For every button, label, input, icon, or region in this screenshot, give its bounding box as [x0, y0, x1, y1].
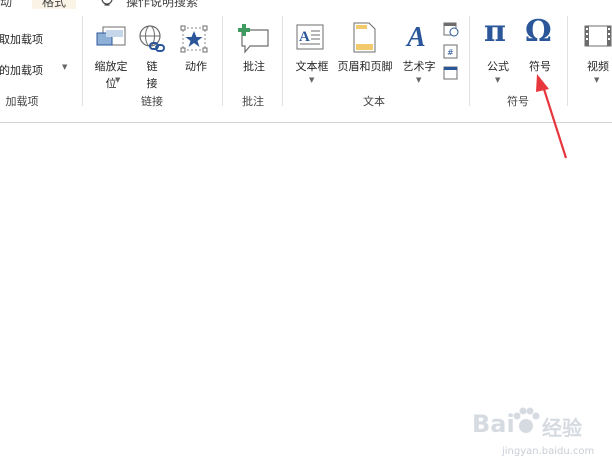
video-dropdown-icon[interactable]: ▼ — [594, 76, 599, 84]
paw-icon — [512, 406, 540, 439]
group-label-text: 文本 — [363, 95, 385, 108]
watermark: Bai 经验 jingyan.baidu.com — [472, 404, 610, 466]
tab-animations[interactable]: 动 — [0, 0, 12, 10]
action-button[interactable]: 动作 — [181, 58, 211, 74]
wordart-icon: A — [405, 22, 431, 55]
watermark-brand: Bai — [472, 410, 515, 438]
group-label-links: 链接 — [141, 95, 163, 108]
watermark-url: jingyan.baidu.com — [502, 446, 595, 457]
textbox-button[interactable]: 文本框 — [292, 58, 332, 74]
equation-button[interactable]: 公式 — [484, 58, 512, 74]
watermark-brand2: 经验 — [542, 416, 582, 440]
zoom-button[interactable]: 缩放定 位 — [93, 58, 129, 91]
video-icon — [584, 24, 612, 53]
lightbulb-icon[interactable] — [100, 0, 114, 10]
slide-number-icon[interactable]: # — [443, 44, 459, 63]
annotation-arrow — [536, 74, 568, 159]
group-label-comments: 批注 — [242, 95, 264, 108]
action-icon — [180, 25, 208, 56]
group-label-addins: 加载项 — [5, 95, 39, 108]
comment-icon — [236, 24, 270, 57]
header-footer-icon — [353, 22, 377, 57]
svg-text:A: A — [299, 29, 310, 45]
equation-dropdown-icon[interactable]: ▼ — [495, 76, 500, 84]
symbol-icon: Ω — [525, 14, 552, 49]
wordart-button[interactable]: 艺术字 — [399, 58, 439, 74]
equation-icon: π — [484, 14, 506, 49]
group-separator — [282, 16, 283, 106]
svg-text:#: # — [447, 48, 454, 57]
comment-button[interactable]: 批注 — [240, 58, 268, 74]
svg-text:A: A — [405, 22, 426, 52]
ribbon-tab-strip: 动 格式 操作说明搜索 — [0, 0, 612, 10]
get-addins-label: 获取加载项 — [0, 33, 43, 46]
zoom-dropdown-icon[interactable]: ▼ — [115, 76, 120, 84]
object-icon[interactable] — [443, 66, 459, 85]
group-separator — [82, 16, 83, 106]
header-footer-button[interactable]: 页眉和页脚 — [333, 58, 397, 74]
link-label-line2: 接 — [146, 77, 158, 90]
tell-me-search[interactable]: 操作说明搜索 — [126, 0, 198, 10]
date-time-icon[interactable] — [443, 21, 459, 40]
group-separator — [222, 16, 223, 106]
zoom-label-line2: 位 — [105, 77, 117, 90]
link-icon — [137, 24, 167, 57]
link-label-line1: 链 — [146, 60, 158, 73]
video-button[interactable]: 视频 — [584, 58, 612, 74]
link-button[interactable]: 链 接 — [140, 58, 164, 91]
wordart-dropdown-icon[interactable]: ▼ — [416, 76, 421, 84]
zoom-label-line1: 缩放定 — [94, 60, 128, 73]
my-addins-button[interactable]: 我的加载项 ▼ — [0, 62, 67, 78]
group-separator — [469, 16, 470, 106]
tab-format[interactable]: 格式 — [32, 0, 77, 9]
textbox-icon: A — [296, 24, 326, 55]
textbox-dropdown-icon[interactable]: ▼ — [309, 76, 314, 84]
my-addins-dropdown-icon[interactable]: ▼ — [62, 63, 67, 71]
zoom-icon — [95, 25, 127, 56]
my-addins-label: 我的加载项 — [0, 64, 43, 77]
get-addins-button[interactable]: 获取加载项 — [0, 31, 43, 47]
